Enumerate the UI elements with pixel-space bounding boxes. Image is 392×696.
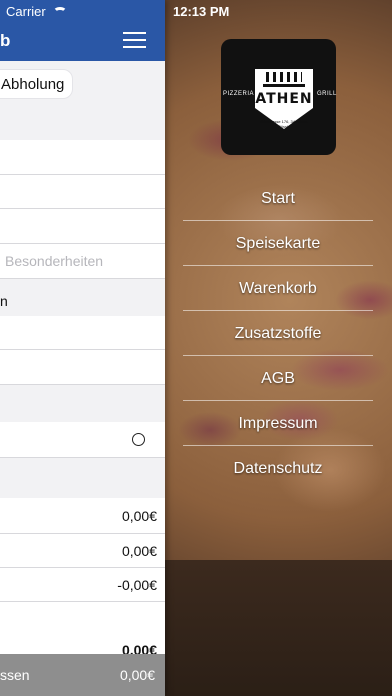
carrier-label: Carrier xyxy=(6,4,46,19)
amount-row: 0,00€ xyxy=(0,534,165,568)
amount-value: 0,00€ xyxy=(121,543,157,559)
checkout-footer[interactable]: ssen 0,00€ xyxy=(0,654,165,696)
menu-item-datenschutz[interactable]: Datenschutz xyxy=(183,446,373,491)
pickup-option-button[interactable]: Abholung xyxy=(0,69,73,99)
logo-left-text: PIZZERIA xyxy=(223,91,255,97)
status-time: 12:13 PM xyxy=(173,4,230,19)
status-bar-left: Carrier xyxy=(6,4,68,19)
page-title: b xyxy=(0,31,11,50)
footer-label: ssen xyxy=(0,667,30,683)
amount-value: -0,00€ xyxy=(117,577,157,593)
section-label: n xyxy=(0,293,8,309)
temple-icon xyxy=(263,72,305,87)
form-row[interactable] xyxy=(0,140,165,175)
restaurant-logo: PIZZERIA GRILL ATHEN Südstrasse 176, 340… xyxy=(221,39,336,155)
form-row[interactable] xyxy=(0,175,165,209)
menu-item-zusatzstoffe[interactable]: Zusatzstoffe xyxy=(183,311,373,356)
logo-address: Südstrasse 176, 340 Beim Rössle xyxy=(260,119,308,129)
amount-row: 0,00€ xyxy=(0,498,165,534)
amount-value: 0,00€ xyxy=(121,508,157,524)
notes-field[interactable]: Besonderheiten xyxy=(0,244,165,279)
form-row[interactable] xyxy=(0,209,165,244)
drawer-menu: Start Speisekarte Warenkorb Zusatzstoffe… xyxy=(183,176,373,491)
form-row[interactable] xyxy=(0,350,165,385)
menu-item-speisekarte[interactable]: Speisekarte xyxy=(183,221,373,266)
wooden-board xyxy=(165,560,392,696)
total-row: 0,00€ xyxy=(0,602,165,658)
form-row[interactable] xyxy=(0,316,165,350)
menu-item-start[interactable]: Start xyxy=(183,176,373,221)
radio-button-icon[interactable] xyxy=(132,433,145,446)
navigation-bar: Carrier b xyxy=(0,0,165,61)
logo-name: ATHEN xyxy=(255,91,313,107)
menu-item-warenkorb[interactable]: Warenkorb xyxy=(183,266,373,311)
logo-right-text: GRILL xyxy=(317,91,337,97)
status-bar-right: 12:13 PM xyxy=(165,0,392,22)
menu-item-impressum[interactable]: Impressum xyxy=(183,401,373,446)
hamburger-icon[interactable] xyxy=(123,30,146,48)
amount-row: -0,00€ xyxy=(0,568,165,602)
footer-amount: 0,00€ xyxy=(119,667,155,683)
wifi-icon xyxy=(53,7,68,17)
notes-placeholder: Besonderheiten xyxy=(5,253,104,269)
cart-screen: Carrier b Abholung Besonderheiten n 0,00… xyxy=(0,0,165,696)
menu-item-agb[interactable]: AGB xyxy=(183,356,373,401)
payment-option-row[interactable] xyxy=(0,422,165,458)
